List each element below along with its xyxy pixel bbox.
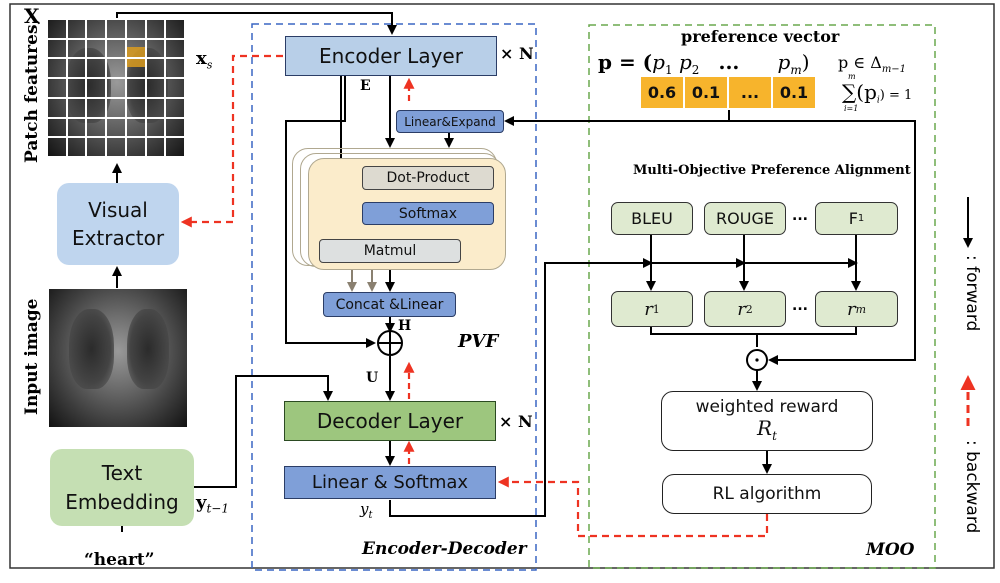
preference-value-cell: 0.6	[641, 77, 683, 108]
patch-grid	[48, 20, 186, 158]
preference-value-cell: 0.1	[685, 77, 727, 108]
metric-rouge-box: ROUGE	[704, 202, 786, 235]
H-label: H	[398, 318, 412, 334]
X-label: X	[24, 4, 40, 28]
softmax-box: Softmax	[362, 202, 494, 225]
reward-rm-box: rm	[815, 291, 898, 327]
arrow-preference-to-linear-expand	[504, 110, 730, 126]
moo-label: MOO	[866, 540, 915, 560]
preference-value-cell: ...	[729, 77, 771, 108]
linear-expand-box: Linear&Expand	[396, 110, 504, 133]
input-word: “heart”	[84, 550, 155, 570]
concat-linear-box: Concat &Linear	[323, 292, 456, 317]
bracket-rewards-to-odot	[650, 327, 857, 347]
reward-dots: ...	[792, 298, 808, 314]
metric-bleu-box: BLEU	[611, 202, 693, 235]
decoder-layer-box: Decoder Layer	[284, 401, 496, 441]
rl-algorithm-box: RL algorithm	[662, 474, 872, 514]
reward-r1-box: r1	[611, 291, 693, 327]
patch-features-image	[48, 20, 186, 158]
linear-softmax-box: Linear & Softmax	[284, 466, 496, 499]
encoder-times-n: × N	[500, 44, 534, 63]
preference-values-row: 0.6 0.1 ... 0.1	[641, 77, 815, 108]
alignment-title: Multi-Objective Preference Alignment	[633, 163, 911, 178]
xs-label: xs	[196, 48, 213, 72]
decoder-times-n: × N	[499, 412, 533, 431]
encoder-decoder-label: Encoder-Decoder	[362, 539, 527, 559]
backward-encoder-to-visual-extractor	[180, 54, 283, 228]
preference-vector-equation: p = (p1 p2 ... pm)	[598, 50, 810, 77]
diagram: Patch features, X xs Visual Extractor In…	[0, 0, 1000, 583]
text-embedding-box: Text Embedding	[50, 449, 194, 526]
matmul-box: Matmul	[319, 239, 461, 263]
y-prev-label: yt−1	[196, 492, 229, 516]
preference-value-cell: 0.1	[773, 77, 815, 108]
weighted-reward-box: weighted reward Rt	[661, 391, 873, 451]
metric-f1-box: F1	[815, 202, 898, 235]
yt-label: yt	[360, 500, 373, 521]
pvf-label: PVF	[458, 331, 499, 352]
preference-vector-title: preference vector	[681, 27, 840, 46]
U-label: U	[366, 370, 379, 386]
metric-dots: ...	[792, 208, 808, 224]
reward-r2-box: r2	[704, 291, 786, 327]
visual-extractor-box: Visual Extractor	[57, 183, 179, 265]
E-label: E	[360, 78, 371, 94]
input-xray-image	[49, 289, 187, 427]
encoder-layer-box: Encoder Layer	[285, 36, 497, 76]
dot-product-box: Dot-Product	[362, 166, 494, 190]
